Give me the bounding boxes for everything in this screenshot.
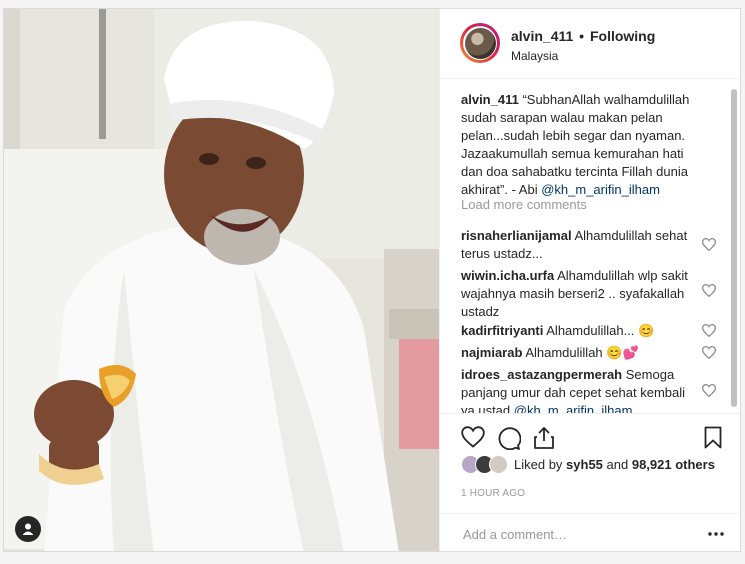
header-username[interactable]: alvin_411 xyxy=(511,28,573,44)
comment-item: wiwin.icha.urfa Alhamdulillah wlp sakit … xyxy=(461,267,693,321)
comment-username[interactable]: idroes_astazangpermerah xyxy=(461,367,622,382)
avatar[interactable] xyxy=(460,23,500,63)
share-icon[interactable] xyxy=(533,426,555,450)
comment-username[interactable]: wiwin.icha.urfa xyxy=(461,268,554,283)
comment-text: Alhamdulillah 😊💕 xyxy=(525,345,639,360)
comments-scrollbar[interactable] xyxy=(731,89,737,407)
load-more-comments-button[interactable]: Load more comments xyxy=(461,197,587,212)
instagram-post-card: alvin_411 • Following Malaysia alvin_411… xyxy=(3,8,741,552)
liker-avatar[interactable] xyxy=(489,454,508,474)
post-location[interactable]: Malaysia xyxy=(511,49,558,63)
header-separator: • xyxy=(579,28,585,44)
likes-summary: Liked by syh55 and 98,921 others xyxy=(461,454,715,474)
likes-first-user[interactable]: syh55 xyxy=(566,457,603,472)
heart-icon[interactable] xyxy=(461,426,485,448)
more-options-icon[interactable] xyxy=(708,532,724,536)
comment-username[interactable]: risnaherlianijamal xyxy=(461,228,572,243)
user-tag-icon[interactable] xyxy=(15,516,41,542)
caption-mention-link[interactable]: @kh_m_arifin_ilham xyxy=(541,182,660,197)
comment-username[interactable]: kadirfitriyanti xyxy=(461,323,543,338)
comment-like-heart-icon[interactable] xyxy=(702,284,716,297)
comment-like-heart-icon[interactable] xyxy=(702,384,716,397)
comment-like-heart-icon[interactable] xyxy=(702,324,716,337)
bookmark-icon[interactable] xyxy=(704,426,722,449)
comment-mention-link[interactable]: @kh_m_arifin_ilham xyxy=(514,403,633,413)
add-comment-input[interactable] xyxy=(461,522,685,546)
post-photo[interactable] xyxy=(4,9,439,551)
comment-like-heart-icon[interactable] xyxy=(702,238,716,251)
comment-item: idroes_astazangpermerah Semoga panjang u… xyxy=(461,366,693,413)
add-comment-bar xyxy=(440,513,740,551)
post-header: alvin_411 • Following Malaysia xyxy=(440,9,740,79)
likes-joiner: and xyxy=(602,456,632,472)
post-actions: Liked by syh55 and 98,921 others 1 HOUR … xyxy=(440,413,740,523)
comment-item: risnaherlianijamal Alhamdulillah sehat t… xyxy=(461,227,693,263)
likes-text: Liked by syh55 and 98,921 others xyxy=(514,457,715,472)
likes-others-link[interactable]: 98,921 others xyxy=(632,457,715,472)
comment-item: najmiarab Alhamdulillah 😊💕 xyxy=(461,344,693,362)
comment-text: Alhamdulillah... 😊 xyxy=(546,323,655,338)
likes-prefix: Liked by xyxy=(514,456,567,472)
photo-illustration xyxy=(4,9,439,551)
header-line: alvin_411 • Following xyxy=(511,28,655,44)
comment-username[interactable]: najmiarab xyxy=(461,345,522,360)
post-side-panel: alvin_411 • Following Malaysia alvin_411… xyxy=(439,9,740,551)
comment-icon[interactable] xyxy=(497,426,521,450)
comments-section[interactable]: alvin_411 “SubhanAllah walhamdulillah su… xyxy=(440,79,740,413)
caption-username[interactable]: alvin_411 xyxy=(461,92,519,107)
comment-item: kadirfitriyanti Alhamdulillah... 😊 xyxy=(461,322,693,340)
post-caption: alvin_411 “SubhanAllah walhamdulillah su… xyxy=(461,91,706,199)
comment-like-heart-icon[interactable] xyxy=(702,346,716,359)
follow-button[interactable]: Following xyxy=(590,28,655,44)
post-timestamp[interactable]: 1 HOUR AGO xyxy=(461,488,525,499)
